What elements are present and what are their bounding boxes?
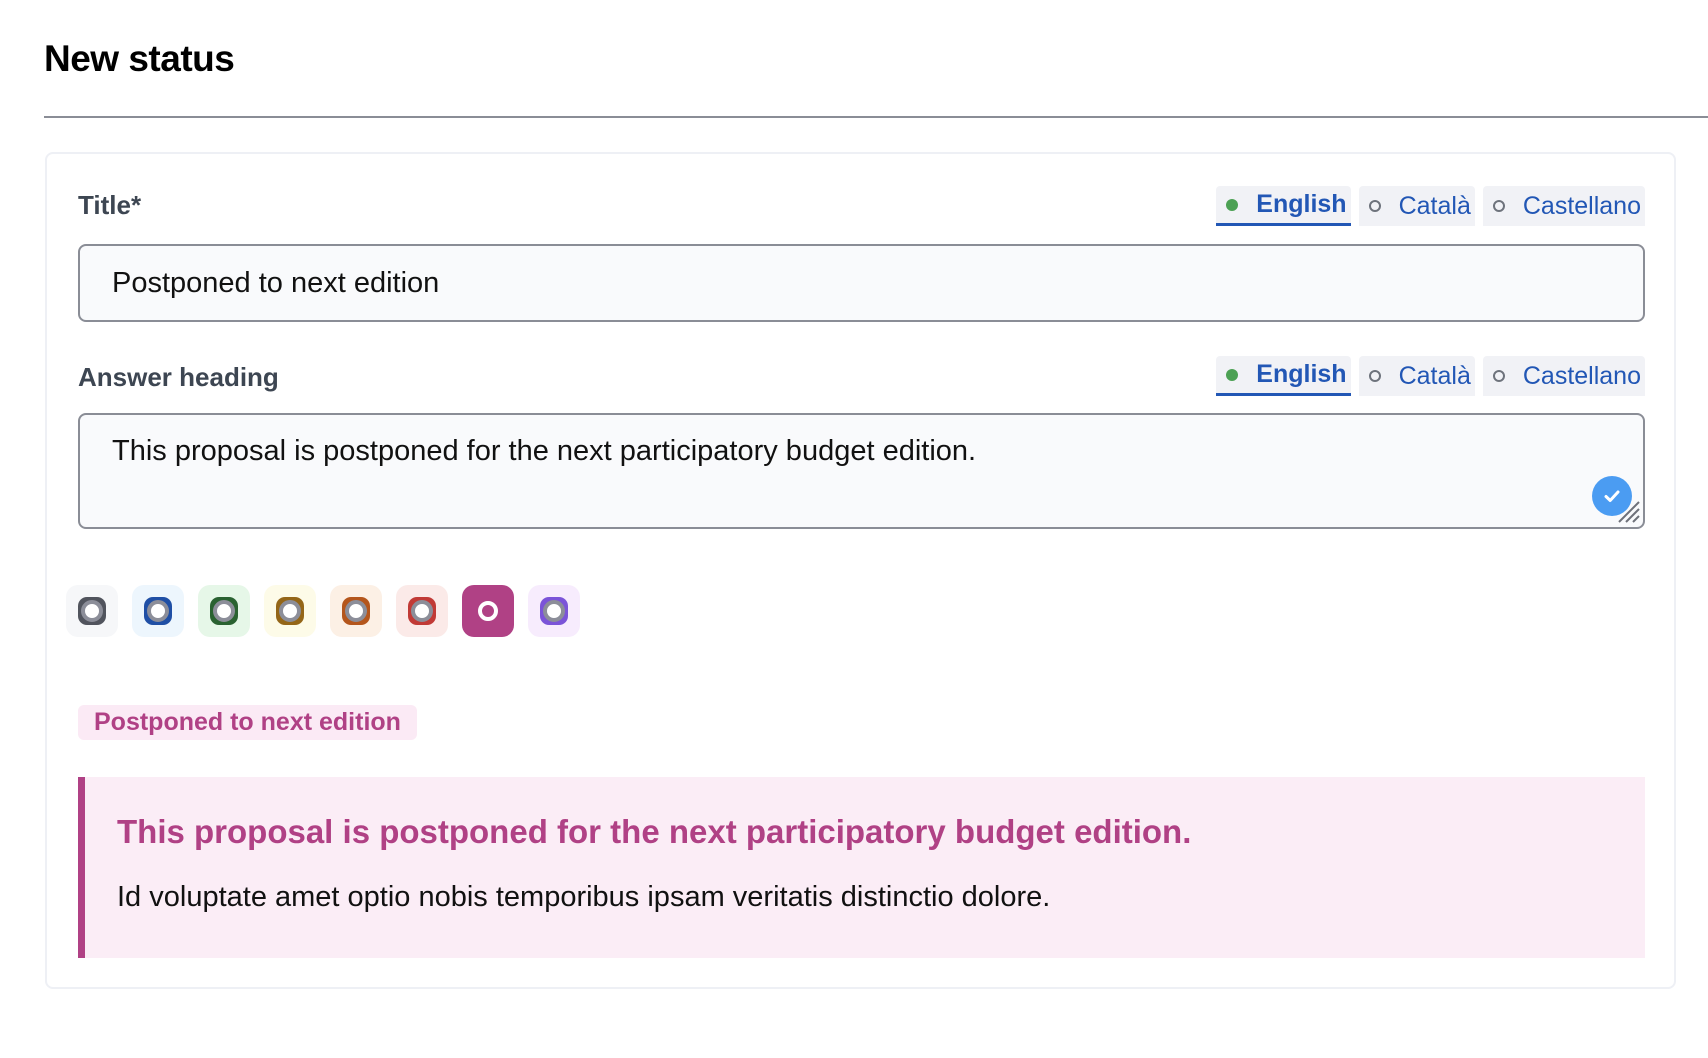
radio-inner [279, 600, 301, 622]
radio-inner [543, 600, 565, 622]
radio-circle-icon [408, 597, 436, 625]
answer-preview-panel: This proposal is postponed for the next … [78, 777, 1645, 958]
answer-heading-textarea[interactable]: This proposal is postponed for the next … [78, 413, 1645, 529]
radio-circle-icon [144, 597, 172, 625]
tab-label: English [1256, 360, 1347, 388]
color-swatch-gray[interactable] [66, 585, 118, 637]
title-tab-english[interactable]: English [1216, 186, 1351, 226]
color-swatch-purple[interactable] [528, 585, 580, 637]
radio-circle-icon [342, 597, 370, 625]
color-swatch-pink[interactable] [462, 585, 514, 637]
answer-heading-label: Answer heading [78, 362, 279, 392]
tab-label: Català [1398, 191, 1471, 220]
color-swatch-yellow[interactable] [264, 585, 316, 637]
radio-circle-icon [78, 597, 106, 625]
title-tab-castellano[interactable]: Castellano [1482, 186, 1645, 226]
translation-filled-icon [1226, 368, 1239, 381]
color-swatch-orange[interactable] [330, 585, 382, 637]
answer-heading-language-tabs: English Català Castellano [1216, 356, 1645, 396]
answer-preview-body: Id voluptate amet optio nobis temporibus… [117, 881, 1051, 913]
title-language-tabs: English Català Castellano [1216, 186, 1645, 226]
translation-empty-icon [1368, 370, 1381, 382]
resize-handle[interactable] [1617, 500, 1641, 524]
status-badge: Postponed to next edition [78, 705, 417, 740]
page-title: New status [44, 38, 235, 79]
color-picker [66, 585, 580, 637]
answer-heading-tab-catala[interactable]: Català [1358, 356, 1475, 396]
radio-inner [147, 600, 169, 622]
tab-label: Català [1398, 361, 1471, 390]
translation-empty-icon [1492, 370, 1505, 382]
translation-filled-icon [1226, 198, 1239, 211]
translation-empty-icon [1492, 200, 1505, 212]
title-tab-catala[interactable]: Català [1358, 186, 1475, 226]
tab-label: English [1256, 190, 1347, 218]
answer-heading-tab-castellano[interactable]: Castellano [1482, 356, 1645, 396]
tab-label: Castellano [1522, 361, 1641, 390]
radio-circle-icon [276, 597, 304, 625]
radio-inner [345, 600, 367, 622]
color-swatch-red[interactable] [396, 585, 448, 637]
title-label: Title* [78, 190, 142, 220]
radio-inner [213, 600, 235, 622]
answer-heading-tab-english[interactable]: English [1216, 356, 1351, 396]
title-input[interactable] [78, 244, 1645, 322]
radio-inner [411, 600, 433, 622]
radio-inner [81, 600, 103, 622]
color-swatch-green[interactable] [198, 585, 250, 637]
radio-circle-icon [478, 601, 498, 621]
translation-empty-icon [1368, 200, 1381, 212]
title-divider [44, 116, 1708, 118]
radio-circle-icon [210, 597, 238, 625]
answer-preview-heading: This proposal is postponed for the next … [117, 813, 1192, 850]
color-swatch-blue[interactable] [132, 585, 184, 637]
tab-label: Castellano [1522, 191, 1641, 220]
radio-circle-icon [540, 597, 568, 625]
